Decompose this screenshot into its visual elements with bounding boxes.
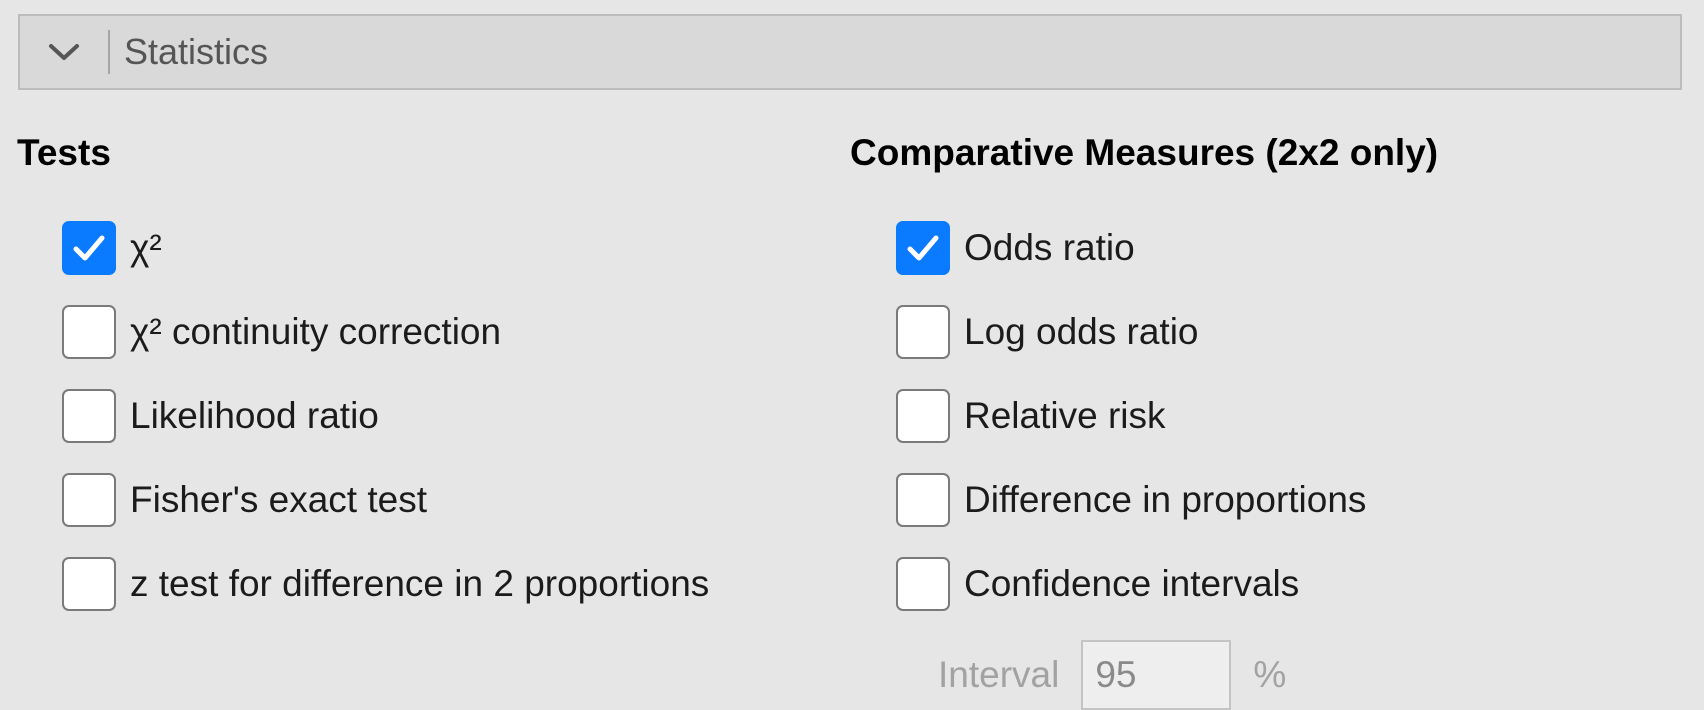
difference-in-proportions-label: Difference in proportions (964, 479, 1367, 520)
option-odds-ratio[interactable]: Odds ratio (896, 220, 1135, 276)
statistics-panel-header[interactable]: Statistics (18, 14, 1682, 90)
option-relative-risk[interactable]: Relative risk (896, 388, 1166, 444)
log-odds-ratio-label: Log odds ratio (964, 311, 1199, 352)
chi-squared-checkbox[interactable] (62, 221, 116, 275)
confidence-intervals-label: Confidence intervals (964, 563, 1300, 604)
confidence-intervals-checkbox[interactable] (896, 557, 950, 611)
panel-title: Statistics (124, 31, 269, 72)
continuity-correction-checkbox[interactable] (62, 305, 116, 359)
relative-risk-checkbox[interactable] (896, 389, 950, 443)
option-z-test-proportions[interactable]: z test for difference in 2 proportions (62, 556, 709, 612)
header-divider (108, 30, 110, 74)
checkmark-icon (907, 235, 939, 261)
interval-row: Interval % (938, 640, 1286, 710)
likelihood-ratio-checkbox[interactable] (62, 389, 116, 443)
option-difference-in-proportions[interactable]: Difference in proportions (896, 472, 1366, 528)
option-fishers-exact-test[interactable]: Fisher's exact test (62, 472, 427, 528)
chi-squared-label: χ² (130, 227, 162, 268)
odds-ratio-checkbox[interactable] (896, 221, 950, 275)
likelihood-ratio-label: Likelihood ratio (130, 395, 379, 436)
difference-in-proportions-checkbox[interactable] (896, 473, 950, 527)
comparative-measures-section-title: Comparative Measures (2x2 only) (850, 132, 1439, 173)
fishers-exact-test-checkbox[interactable] (62, 473, 116, 527)
continuity-correction-label: χ² continuity correction (130, 311, 502, 352)
checkmark-icon (73, 235, 105, 261)
relative-risk-label: Relative risk (964, 395, 1166, 436)
log-odds-ratio-checkbox[interactable] (896, 305, 950, 359)
chevron-down-icon[interactable] (20, 16, 108, 88)
odds-ratio-label: Odds ratio (964, 227, 1135, 268)
option-log-odds-ratio[interactable]: Log odds ratio (896, 304, 1199, 360)
option-chi-squared-continuity-correction[interactable]: χ² continuity correction (62, 304, 501, 360)
tests-section-title: Tests (17, 132, 111, 173)
z-test-proportions-label: z test for difference in 2 proportions (130, 563, 710, 604)
fishers-exact-test-label: Fisher's exact test (130, 479, 427, 520)
interval-input[interactable] (1081, 640, 1232, 710)
option-likelihood-ratio[interactable]: Likelihood ratio (62, 388, 379, 444)
option-chi-squared[interactable]: χ² (62, 220, 162, 276)
z-test-proportions-checkbox[interactable] (62, 557, 116, 611)
option-confidence-intervals[interactable]: Confidence intervals (896, 556, 1299, 612)
